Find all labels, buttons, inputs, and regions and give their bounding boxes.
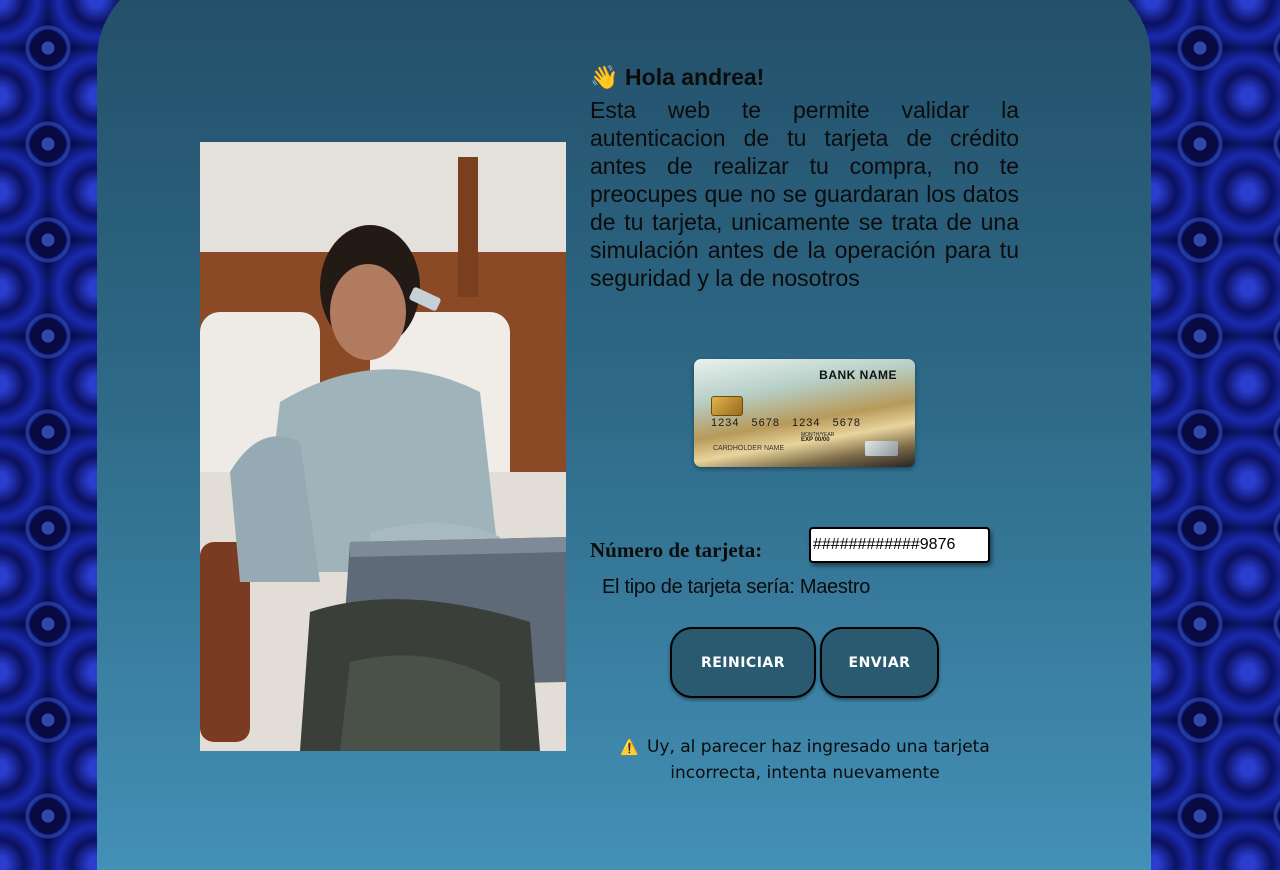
greeting-heading: 👋 Hola andrea!	[590, 64, 764, 91]
card-holder-name: CARDHOLDER NAME	[713, 445, 785, 452]
woman-with-card-photo	[200, 142, 566, 751]
card-type-text: El tipo de tarjeta sería: Maestro	[602, 576, 871, 598]
card-number-label: Número de tarjeta:	[590, 538, 763, 562]
greeting-text: Hola andrea!	[625, 64, 765, 90]
error-alert: ⚠️ Uy, al parecer haz ingresado una tarje…	[605, 734, 1005, 786]
alert-line-2: incorrecta, intenta nuevamente	[670, 763, 940, 783]
card-number-sample: 1234 5678 1234 5678	[711, 417, 862, 429]
send-button[interactable]: ENVIAR	[820, 627, 939, 698]
waving-hand-icon: 👋	[590, 64, 619, 90]
card-bank-name: BANK NAME	[819, 368, 897, 382]
warning-icon: ⚠️	[620, 738, 639, 756]
card-number-input[interactable]	[809, 527, 990, 563]
card-network-logo-icon	[865, 441, 898, 456]
card-chip-icon	[711, 396, 743, 416]
alert-line-1: Uy, al parecer haz ingresado una tarjeta	[646, 737, 990, 757]
reset-button[interactable]: REINICIAR	[670, 627, 816, 698]
credit-card-image: BANK NAME 1234 5678 1234 5678 MONTH/YEAR…	[694, 359, 915, 467]
intro-paragraph: Esta web te permite validar la autentica…	[590, 97, 1019, 291]
card-exp: EXP 00/00	[801, 437, 830, 443]
